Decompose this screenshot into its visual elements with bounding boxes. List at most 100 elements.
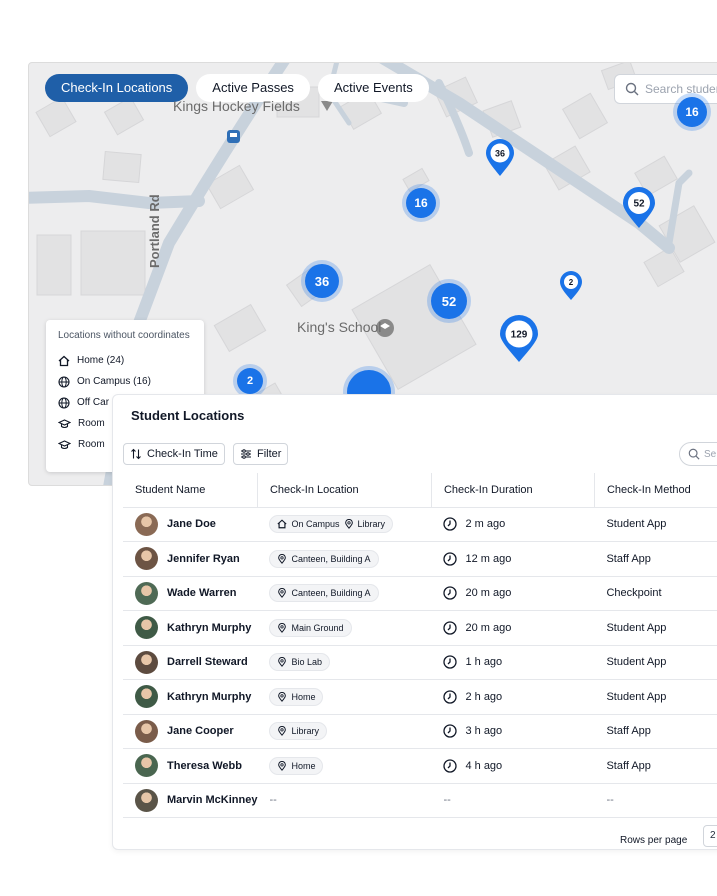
student-name-text[interactable]: Kathryn Murphy — [167, 691, 251, 703]
clock-icon — [443, 552, 458, 566]
table-row[interactable]: Marvin McKinney -- -- -- — [123, 783, 717, 818]
student-name-text[interactable]: Jane Cooper — [167, 725, 234, 737]
rows-per-page-select[interactable]: 2 — [703, 825, 717, 847]
check-in-method-cell: Student App — [594, 645, 717, 680]
pin-icon — [277, 726, 287, 737]
table-search-box[interactable] — [679, 442, 717, 466]
home-icon — [277, 519, 288, 529]
student-name-cell: Jane Doe — [123, 507, 258, 542]
column-header-check-in-location[interactable]: Check-In Location — [256, 473, 432, 508]
map-label-school: King's School — [297, 319, 382, 335]
student-name-text[interactable]: Marvin McKinney — [167, 794, 257, 806]
table-row[interactable]: Theresa Webb Home 4 h ago Staff App — [123, 748, 717, 784]
student-name-cell: Jane Cooper — [123, 714, 258, 749]
table-row[interactable]: Jane Doe On Campus Library 2 m ago Student A… — [123, 507, 717, 542]
map-pin-marker[interactable]: 52 — [622, 187, 656, 229]
check-in-duration-cell: 20 m ago — [431, 610, 595, 646]
sort-button[interactable]: Check-In Time — [123, 443, 225, 465]
duration-text: 20 m ago — [465, 621, 512, 634]
student-name-text[interactable]: Kathryn Murphy — [167, 622, 251, 634]
check-in-method-cell: Checkpoint — [594, 576, 717, 611]
avatar — [135, 650, 158, 674]
map-cluster[interactable]: 36 — [305, 264, 339, 298]
location-name: Canteen, Building A — [291, 588, 371, 599]
table-row[interactable]: Jennifer Ryan Canteen, Building A 12 m ago… — [123, 541, 717, 577]
check-in-location-cell: Canteen, Building A — [257, 541, 432, 577]
pin-icon — [277, 553, 287, 564]
table-search-input[interactable] — [704, 448, 717, 460]
student-name-text[interactable]: Wade Warren — [167, 587, 236, 599]
check-in-method-cell: Student App — [594, 610, 717, 646]
map-pin-marker[interactable]: 2 — [559, 271, 583, 301]
duration-text: 2 h ago — [465, 690, 503, 703]
clock-icon — [443, 586, 458, 600]
filter-button[interactable]: Filter — [233, 443, 289, 465]
map-cluster[interactable]: 16 — [677, 97, 707, 127]
pin-icon — [277, 691, 287, 702]
tab-active-events[interactable]: Active Events — [317, 74, 429, 102]
legend-item[interactable]: Home (24) — [58, 350, 192, 371]
location-chip: Canteen, Building A — [269, 584, 379, 603]
map-pin-label: 36 — [495, 149, 505, 159]
avatar — [135, 685, 158, 709]
table-body: Jane Doe On Campus Library 2 m ago Student A… — [123, 507, 717, 818]
check-in-location-cell: On Campus Library — [257, 507, 432, 542]
table-row[interactable]: Kathryn Murphy Main Ground 20 m ago Student… — [123, 610, 717, 646]
panel-title: Student Locations — [131, 408, 245, 423]
student-name-cell: Marvin McKinney — [123, 783, 258, 818]
pin-icon — [344, 519, 354, 530]
table-row[interactable]: Darrell Steward Bio Lab 1 h ago Student App — [123, 645, 717, 680]
location-chip: On Campus Library — [269, 515, 394, 534]
student-locations-panel: Student Locations Check-In Time Filter S… — [112, 394, 717, 850]
legend-item-label: Room — [78, 418, 105, 429]
student-name-text[interactable]: Jennifer Ryan — [167, 553, 240, 565]
student-name: Kathryn Murphy — [135, 685, 257, 709]
student-name: Wade Warren — [135, 581, 257, 605]
student-name-text[interactable]: Darrell Steward — [167, 656, 248, 668]
duration-text: 3 h ago — [465, 725, 503, 738]
map-pin-marker[interactable]: 36 — [485, 139, 515, 177]
check-in-location-cell: -- — [257, 783, 432, 818]
check-in-location-cell: Home — [257, 679, 432, 715]
check-in-duration-cell: -- — [431, 783, 595, 818]
legend-item[interactable]: On Campus (16) — [58, 371, 192, 392]
filter-icon — [241, 449, 251, 459]
column-header-student-name[interactable]: Student Name — [123, 473, 258, 508]
column-header-check-in-duration[interactable]: Check-In Duration — [430, 473, 595, 508]
tab-check-in-locations[interactable]: Check-In Locations — [45, 74, 189, 102]
table-row[interactable]: Jane Cooper Library 3 h ago Staff App — [123, 714, 717, 749]
map-pin-marker[interactable]: 129 — [499, 315, 539, 363]
graduation-cap-icon — [58, 439, 71, 449]
location-chip: Canteen, Building A — [269, 549, 379, 568]
student-name-text[interactable]: Jane Doe — [167, 518, 216, 530]
column-header-check-in-method[interactable]: Check-In Method — [593, 473, 717, 508]
duration-text: 20 m ago — [465, 587, 512, 600]
avatar — [135, 719, 158, 743]
map-cluster[interactable]: 52 — [431, 283, 467, 319]
location-name: Main Ground — [291, 622, 344, 633]
pin-icon — [277, 588, 287, 599]
map-cluster[interactable]: 16 — [406, 188, 436, 218]
clock-icon — [443, 759, 458, 773]
avatar — [135, 512, 158, 536]
map-search-input[interactable] — [645, 82, 717, 96]
map-label-portland-rd: Portland Rd — [147, 194, 162, 268]
check-in-duration-cell: 1 h ago — [431, 645, 595, 680]
student-name-text[interactable]: Theresa Webb — [167, 760, 242, 772]
sort-icon — [131, 448, 141, 460]
check-in-location-cell: Library — [257, 714, 432, 749]
search-icon — [625, 82, 639, 96]
legend-item-label: Room — [78, 439, 105, 450]
rows-per-page-label: Rows per page — [620, 835, 688, 846]
avatar — [135, 754, 158, 778]
map-cluster[interactable]: 2 — [237, 368, 263, 394]
table-row[interactable]: Kathryn Murphy Home 2 h ago Student App — [123, 679, 717, 715]
clock-icon — [443, 655, 458, 669]
table-header-row: Student Name Check-In Location Check-In … — [123, 473, 717, 508]
avatar — [135, 616, 158, 640]
map-pin-label: 129 — [511, 330, 528, 341]
student-name: Theresa Webb — [135, 754, 257, 778]
check-in-duration-cell: 12 m ago — [431, 541, 595, 577]
clock-icon — [443, 724, 458, 738]
table-row[interactable]: Wade Warren Canteen, Building A 20 m ago Ch… — [123, 576, 717, 611]
